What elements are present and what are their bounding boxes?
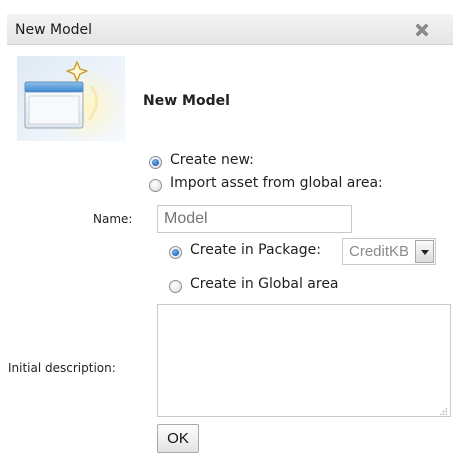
new-model-dialog: New Model New Model Create new: Import a… <box>7 14 453 465</box>
create-in-package-radio[interactable] <box>169 246 182 259</box>
import-asset-label[interactable]: Import asset from global area: <box>170 175 383 191</box>
close-icon[interactable] <box>412 20 432 40</box>
banner-title: New Model <box>143 93 230 109</box>
create-new-radio[interactable] <box>149 156 162 169</box>
dialog-titlebar[interactable]: New Model <box>7 14 453 45</box>
create-in-global-label[interactable]: Create in Global area <box>190 276 339 292</box>
create-in-global-radio[interactable] <box>169 280 182 293</box>
package-select[interactable]: CreditKB <box>342 238 436 265</box>
dialog-title: New Model <box>15 22 93 38</box>
chevron-down-icon[interactable] <box>415 240 434 263</box>
create-new-label[interactable]: Create new: <box>170 152 254 168</box>
ok-button[interactable]: OK <box>157 424 199 453</box>
package-select-value: CreditKB <box>349 243 410 260</box>
description-textarea[interactable] <box>157 304 451 417</box>
create-in-package-label[interactable]: Create in Package: <box>190 242 321 258</box>
new-model-icon <box>17 56 125 144</box>
name-input[interactable] <box>157 205 352 233</box>
import-asset-radio[interactable] <box>149 179 162 192</box>
name-label: Name: <box>93 212 133 226</box>
description-label: Initial description: <box>8 361 116 375</box>
